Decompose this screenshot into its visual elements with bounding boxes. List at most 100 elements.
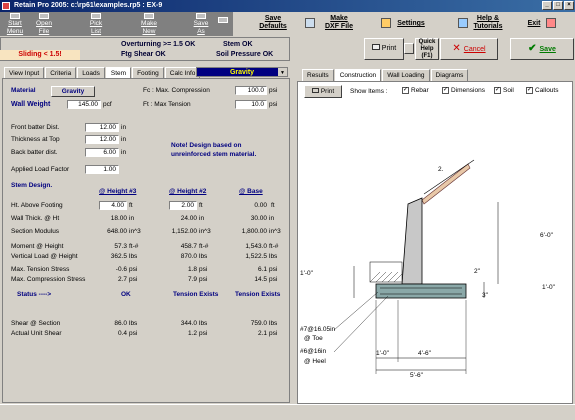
stem-input-panel: Material Gravity Wall Weight 145.00 pcf …	[2, 78, 290, 403]
top-dim-label: 2.	[438, 166, 444, 173]
sliding-warning: Sliding < 1.5!	[0, 50, 80, 60]
show-soil-checkbox[interactable]: ✓ Soil	[494, 87, 514, 94]
heel-callout-leader	[333, 295, 389, 353]
pick-list-button[interactable]: Pick List	[85, 13, 107, 35]
fc-input[interactable]: 100.0	[235, 86, 267, 95]
thickness-top-unit: in	[121, 136, 127, 143]
design-note: Note! Design based on unreinforced stem …	[171, 142, 257, 158]
status-base: Tension Exists	[235, 291, 281, 298]
minimize-button[interactable]: _	[542, 1, 552, 10]
file-toolbar: Start Menu Open File Pick List Make New Save…	[0, 12, 233, 36]
row-label: Vertical Load @ Height	[11, 253, 78, 260]
print-button[interactable]: Print	[364, 38, 404, 60]
height-2-unit: ft	[199, 202, 203, 209]
make-dxf-button[interactable]: Make DXF File	[320, 15, 358, 31]
row-value: 7.9	[187, 276, 197, 283]
row-value: 6.1	[257, 266, 267, 273]
header-base: @ Base	[239, 188, 263, 195]
row-value: 1.2	[187, 330, 197, 337]
row-value: 648.00	[107, 228, 127, 235]
row-unit: psi	[199, 276, 208, 283]
stem-status: Stem OK	[223, 41, 253, 48]
construction-panel: Print Show Items : ✓ Rebar ✓ Dimensions ✓ S…	[297, 81, 573, 404]
row-value: 759.0	[250, 320, 267, 327]
make-new-button[interactable]: Make New	[138, 13, 160, 35]
wall-weight-input[interactable]: 145.00	[67, 100, 101, 109]
load-factor-input[interactable]: 1.00	[85, 165, 119, 174]
maximize-button[interactable]: □	[553, 1, 563, 10]
close-button[interactable]: ×	[564, 1, 574, 10]
close-icon: ✕	[452, 43, 461, 54]
thickness-top-input[interactable]: 12.00	[85, 135, 119, 144]
settings-button[interactable]: Settings	[395, 20, 427, 28]
save-button[interactable]: ✔ Save	[510, 38, 574, 60]
row-value: 458.7	[180, 243, 197, 250]
app-icon	[2, 2, 10, 10]
back-batter-input[interactable]: 6.00	[85, 148, 119, 157]
row-label: Wall Thick. @ Ht	[11, 215, 60, 222]
tab-diagrams[interactable]: Diagrams	[430, 69, 469, 81]
exit-button[interactable]: Exit	[525, 20, 543, 28]
toe-callout-leader	[333, 291, 379, 331]
save-as-button[interactable]: Save As	[190, 13, 212, 35]
cancel-button[interactable]: ✕ Cancel	[440, 38, 498, 60]
stem-design-title: Stem Design.	[11, 182, 53, 189]
save-defaults-button[interactable]: Save Defaults	[253, 15, 293, 31]
copy-icon[interactable]	[404, 43, 414, 54]
printer-icon	[218, 17, 228, 23]
start-menu-button[interactable]: Start Menu	[3, 13, 27, 35]
tab-wall-loading[interactable]: Wall Loading	[382, 69, 430, 81]
height-3-unit: ft	[129, 202, 133, 209]
row-unit: ft-#	[269, 243, 279, 250]
start-icon	[10, 13, 20, 19]
wall-stem	[401, 197, 423, 285]
height-3-input[interactable]: 4.00	[99, 201, 127, 210]
base-height-unit: ft	[271, 202, 275, 209]
header-height-2: @ Height #2	[169, 188, 207, 195]
ft-input[interactable]: 10.0	[235, 100, 267, 109]
wall-weight-label: Wall Weight	[11, 101, 51, 108]
quick-help-button[interactable]: Quick Help (F1)	[415, 38, 439, 60]
bottom-dim-total: 5'-6"	[410, 372, 423, 379]
row-label: Max. Compression Stress	[11, 276, 86, 283]
open-file-button[interactable]: Open File	[31, 13, 57, 35]
row-unit: psi	[129, 330, 138, 337]
row-unit: lbs	[129, 320, 138, 327]
load-factor-label: Applied Load Factor	[11, 166, 70, 173]
row-value: -0.6	[115, 266, 127, 273]
right-1ft-label: 1'-0"	[542, 284, 555, 291]
wall-section-drawing	[333, 159, 499, 374]
status-height-2: Tension Exists	[173, 291, 219, 298]
bottom-dim-1: 1'-0"	[376, 350, 389, 357]
height-2-input[interactable]: 2.00	[169, 201, 197, 210]
window-title: Retain Pro 2005: c:\rp61\examples.rp5 : …	[14, 2, 163, 9]
show-dimensions-checkbox[interactable]: ✓ Dimensions	[442, 87, 485, 94]
row-unit: lbs	[199, 253, 208, 260]
show-rebar-checkbox[interactable]: ✓ Rebar	[402, 87, 429, 94]
row-unit: psi	[199, 266, 208, 273]
folder-icon	[39, 13, 49, 19]
heel-callout-1: #6@16in	[300, 348, 327, 355]
material-gravity-button[interactable]: Gravity	[51, 86, 95, 97]
show-items-label: Show Items :	[350, 88, 388, 95]
row-value: 57.3	[114, 243, 127, 250]
back-batter-label: Back batter dist.	[11, 149, 58, 156]
height-dim-label: 6'-0"	[540, 232, 553, 239]
front-batter-input[interactable]: 12.00	[85, 123, 119, 132]
row-unit: ft-#	[129, 243, 139, 250]
title-bar: Retain Pro 2005: c:\rp61\examples.rp5 : …	[0, 0, 575, 12]
show-callouts-checkbox[interactable]: ✓ Callouts	[526, 87, 558, 94]
fc-label: Fc : Max. Compression	[143, 87, 210, 94]
row-unit: in	[269, 215, 275, 222]
drawing-print-button[interactable]: Print	[304, 85, 342, 98]
back-batter-unit: in	[121, 149, 127, 156]
material-type-select[interactable]: Gravity ▼	[196, 67, 288, 77]
print-toolbar-button[interactable]	[215, 13, 231, 35]
tab-results[interactable]: Results	[302, 69, 334, 81]
ht-above-footing-label: Ht. Above Footing	[11, 202, 63, 209]
row-unit: lbs	[199, 320, 208, 327]
help-tutorials-button[interactable]: Help & Tutorials	[469, 15, 507, 31]
fc-unit: psi	[269, 87, 278, 94]
row-unit: psi	[129, 266, 138, 273]
toe-callout-2: @ Toe	[304, 335, 323, 342]
